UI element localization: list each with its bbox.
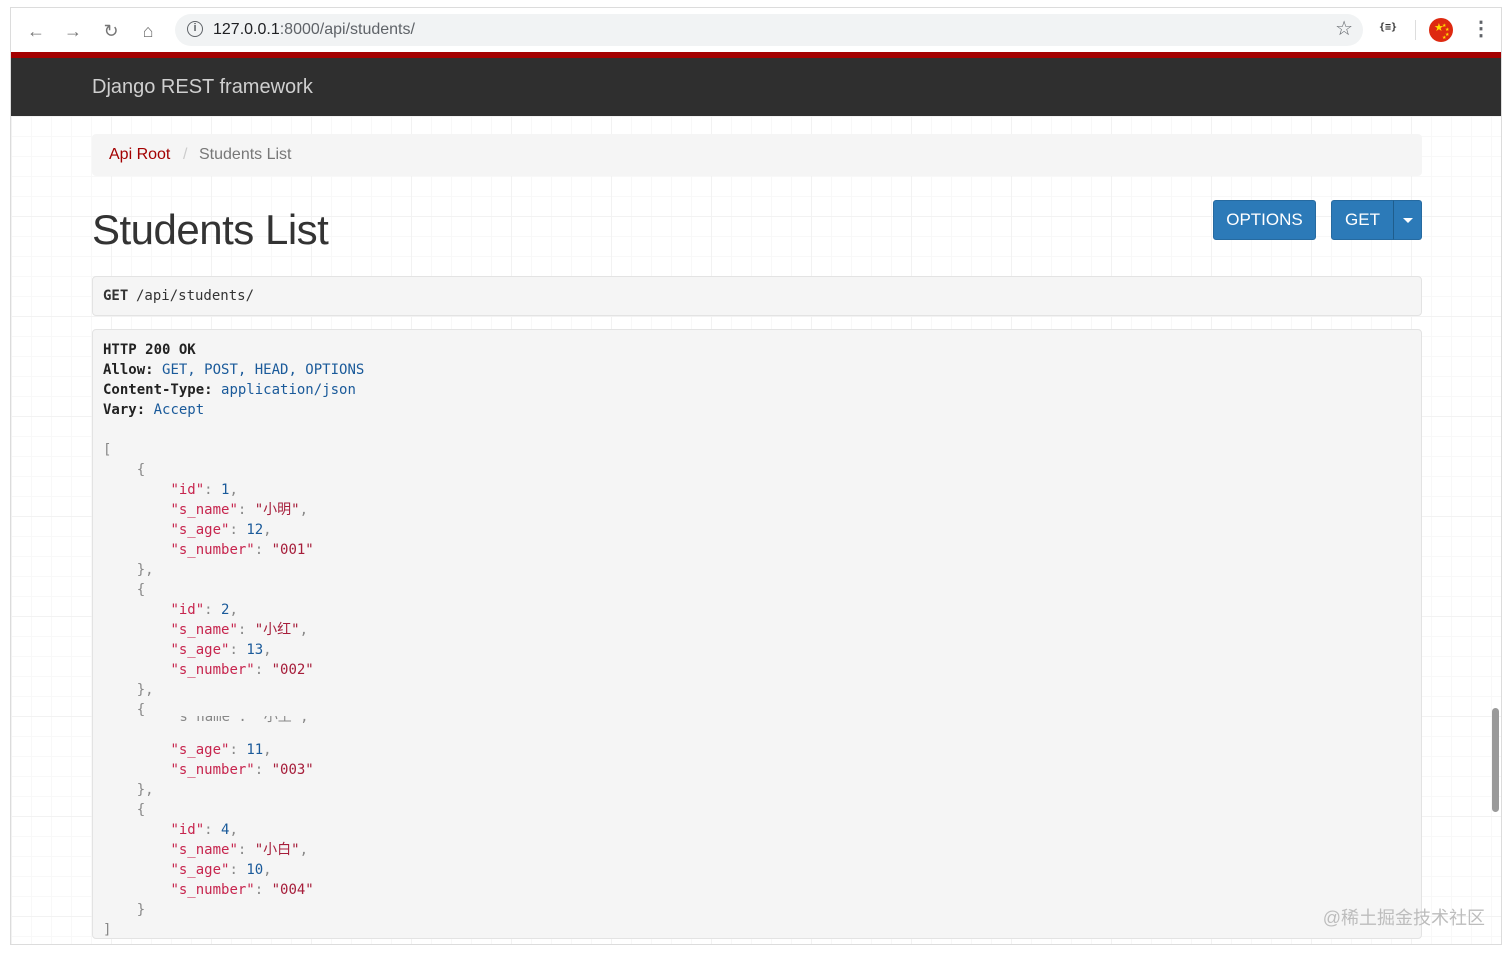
json-line: [ — [103, 442, 112, 458]
request-info: GET /api/students/ — [92, 276, 1422, 316]
json-line: "s_age": 10, — [170, 862, 272, 878]
page-title: Students List — [92, 206, 329, 253]
info-icon[interactable]: i — [187, 21, 203, 37]
json-line: { — [136, 582, 146, 598]
browser-window: ← → ↻ ⌂ i 127.0.0.1:8000/api/students/ ☆… — [11, 8, 1501, 944]
get-button[interactable]: GET — [1331, 200, 1394, 240]
extension-icon[interactable]: {≡} — [1379, 22, 1397, 33]
breadcrumb: Api Root / Students List — [92, 134, 1422, 176]
json-line: "s_number": "004" — [170, 882, 314, 898]
home-icon[interactable]: ⌂ — [137, 20, 159, 42]
json-line: }, — [136, 562, 154, 578]
header-line: Content-Type: application/json — [103, 382, 356, 398]
navbar: Django REST framework — [11, 58, 1501, 116]
json-line: "s_age": 13, — [170, 642, 272, 658]
json-line: "s_age": 11, — [170, 742, 272, 758]
header-line: Vary: Accept — [103, 402, 205, 418]
response-info: HTTP 200 OK Allow: GET, POST, HEAD, OPTIO… — [92, 329, 1422, 939]
back-icon[interactable]: ← — [25, 20, 47, 42]
menu-icon[interactable]: ⋮ — [1471, 18, 1491, 40]
breadcrumb-separator: / — [183, 146, 188, 163]
json-line: ] — [103, 922, 112, 938]
browser-toolbar: ← → ↻ ⌂ i 127.0.0.1:8000/api/students/ ☆… — [11, 8, 1501, 52]
json-line: "s_name": "小白", — [170, 842, 309, 858]
response-body: HTTP 200 OK Allow: GET, POST, HEAD, OPTIO… — [103, 340, 365, 938]
json-line: "s_number": "002" — [170, 662, 314, 678]
json-line: }, — [136, 682, 154, 698]
json-line: "s_number": "001" — [170, 542, 314, 558]
status-line: HTTP 200 OK — [103, 340, 364, 360]
reload-icon[interactable]: ↻ — [100, 20, 122, 42]
breadcrumb-api-root[interactable]: Api Root — [109, 145, 170, 165]
json-line: } — [136, 902, 146, 918]
json-line: "s_age": 12, — [170, 522, 272, 538]
json-line: "s_name": "小明", — [170, 502, 309, 518]
request-method: GET — [103, 288, 129, 304]
options-button[interactable]: OPTIONS — [1213, 200, 1316, 240]
main-content: Api Root / Students List Students List O… — [11, 116, 1501, 944]
address-bar[interactable]: i 127.0.0.1:8000/api/students/ ☆ — [175, 14, 1363, 46]
json-line: "id": 1, — [170, 482, 238, 498]
forward-icon[interactable]: → — [62, 20, 84, 42]
json-line: "s_number": "003" — [170, 762, 314, 778]
json-line: "id": 2, — [170, 602, 238, 618]
json-line: { — [136, 802, 146, 818]
page-scrollbar[interactable] — [1492, 708, 1499, 812]
json-line: }, — [136, 782, 154, 798]
chevron-down-icon — [1402, 218, 1413, 224]
header-line: Allow: GET, POST, HEAD, OPTIONS — [103, 362, 365, 378]
breadcrumb-current: Students List — [199, 146, 292, 163]
json-line: "id": 4, — [170, 822, 238, 838]
url-text[interactable]: 127.0.0.1:8000/api/students/ — [213, 20, 415, 40]
star-icon[interactable]: ☆ — [1335, 18, 1353, 40]
brand-link[interactable]: Django REST framework — [92, 75, 313, 99]
watermark: @稀土掘金技术社区 — [1322, 908, 1485, 928]
get-dropdown-button[interactable] — [1393, 200, 1422, 240]
status-line: HTTP 200 OK — [103, 342, 196, 358]
json-line: "s_name": "小红", — [170, 622, 309, 638]
request-path: /api/students/ — [136, 288, 255, 304]
toolbar-divider — [1415, 20, 1416, 40]
profile-flag-icon[interactable]: ★ ★ ★ ★ ★ — [1429, 18, 1453, 42]
json-line: { — [136, 462, 146, 478]
clipped-line: "s_name": "小王", — [171, 716, 309, 724]
